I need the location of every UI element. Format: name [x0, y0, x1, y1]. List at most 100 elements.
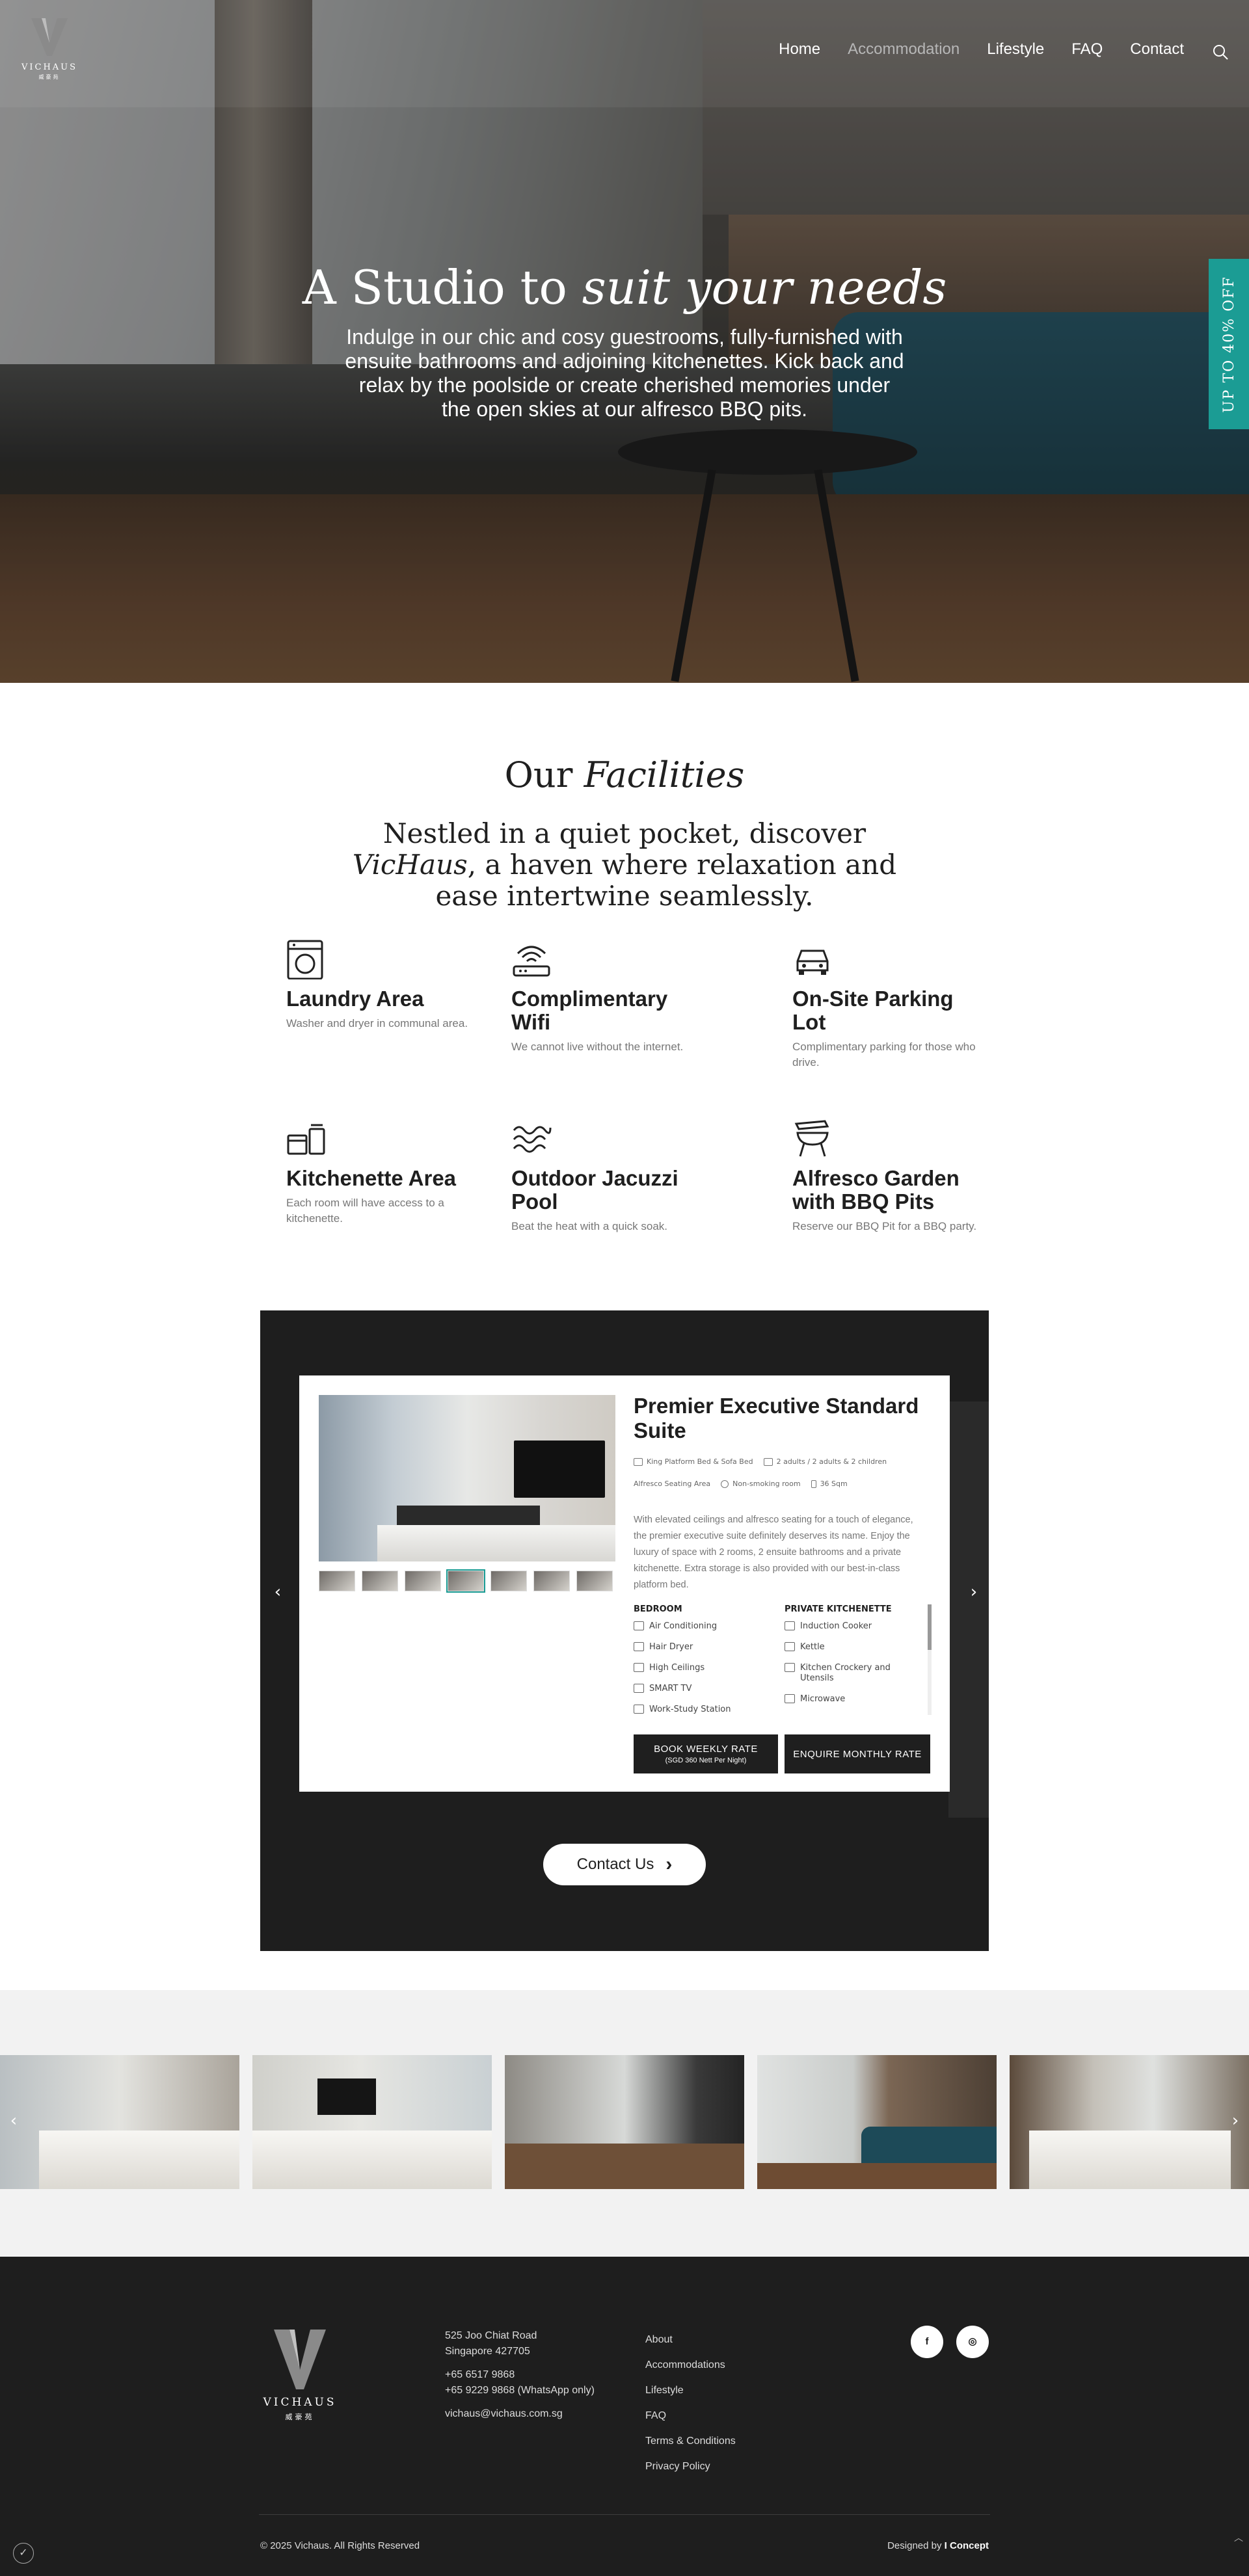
facility-item: Complimentary Wifi We cannot live withou…	[511, 939, 706, 1055]
carousel-prev-arrow-icon[interactable]: ‹	[268, 1582, 288, 1602]
facility-desc: Each room will have access to a kitchene…	[286, 1197, 444, 1225]
site-logo[interactable]: VICHAUS 威豪苑	[18, 17, 81, 88]
footer-link-faq[interactable]: FAQ	[645, 2403, 736, 2428]
crockery-icon	[785, 1663, 795, 1672]
footer-logo-chinese-name: 威豪苑	[285, 2413, 315, 2421]
facilities-intro-after: , a haven where relaxation and ease inte…	[435, 849, 897, 912]
footer-link-terms[interactable]: Terms & Conditions	[645, 2428, 736, 2454]
room-spec-label: 36 Sqm	[820, 1480, 848, 1488]
room-thumbnail[interactable]	[533, 1571, 570, 1591]
amenities-scrollbar-thumb[interactable]	[928, 1604, 932, 1650]
footer-link-about[interactable]: About	[645, 2327, 736, 2352]
nav-lifestyle[interactable]: Lifestyle	[987, 40, 1044, 59]
room-spec: Non-smoking room	[721, 1480, 801, 1488]
gallery-image[interactable]	[1010, 2055, 1249, 2189]
site-footer: VICHAUS 威豪苑 525 Joo Chiat Road Singapore…	[0, 2257, 1249, 2576]
email-link[interactable]: vichaus@vichaus.com.sg	[445, 2408, 563, 2419]
facilities-title-plain: Our	[504, 754, 584, 795]
room-thumbnail[interactable]	[319, 1571, 355, 1591]
footer-link-privacy[interactable]: Privacy Policy	[645, 2454, 736, 2479]
room-spec-label: Alfresco Seating Area	[634, 1480, 711, 1488]
contact-us-label: Contact Us	[576, 1855, 654, 1873]
washing-machine-icon	[287, 940, 323, 979]
footer-divider	[259, 2514, 990, 2515]
amenity-label: Microwave	[800, 1694, 846, 1704]
nav-faq[interactable]: FAQ	[1071, 40, 1103, 59]
footer-link-accommodations[interactable]: Accommodations	[645, 2352, 736, 2378]
gallery-prev-arrow-icon[interactable]: ‹	[4, 2111, 23, 2134]
room-thumbnail[interactable]	[490, 1571, 527, 1591]
logo-wordmark: VICHAUS	[21, 62, 78, 72]
room-thumbnail-active[interactable]	[446, 1569, 485, 1593]
room-thumbnail[interactable]	[576, 1571, 613, 1591]
facility-title: On-Site Parking Lot	[792, 987, 954, 1034]
room-thumbnail[interactable]	[362, 1571, 398, 1591]
enquire-monthly-label: ENQUIRE MONTHLY RATE	[793, 1748, 922, 1760]
main-nav: Home Accommodation Lifestyle FAQ Contact	[779, 40, 1184, 59]
facility-title: Alfresco Garden with BBQ Pits	[792, 1166, 960, 1214]
footer-logo[interactable]: VICHAUS 威豪苑	[259, 2327, 341, 2422]
back-to-top-icon[interactable]: ︿	[1232, 2531, 1245, 2544]
book-weekly-rate-button[interactable]: BOOK WEEKLY RATE (SGD 360 Nett Per Night…	[634, 1734, 778, 1773]
facility-desc: Beat the heat with a quick soak.	[511, 1220, 668, 1232]
enquire-monthly-rate-button[interactable]: ENQUIRE MONTHLY RATE	[785, 1734, 930, 1773]
facility-item: Laundry Area Washer and dryer in communa…	[286, 939, 481, 1031]
footer-contact-info: 525 Joo Chiat Road Singapore 427705 +65 …	[445, 2328, 595, 2430]
nav-accommodation[interactable]: Accommodation	[848, 40, 960, 59]
bedroom-amenities-heading: BEDROOM	[634, 1604, 682, 1614]
gallery-image-bed	[252, 2131, 492, 2189]
amenities-scrollbar[interactable]	[928, 1604, 932, 1715]
facility-desc: Reserve our BBQ Pit for a BBQ party.	[792, 1220, 977, 1232]
amenity-item: Induction Cooker	[785, 1621, 915, 1632]
gallery-image-bed	[39, 2131, 239, 2189]
designer-credit-link[interactable]: I Concept	[945, 2540, 989, 2551]
induction-cooker-icon	[785, 1621, 795, 1630]
room-main-photo[interactable]	[319, 1395, 615, 1561]
facility-title: Kitchenette Area	[286, 1166, 457, 1190]
gallery-image[interactable]	[252, 2055, 492, 2189]
room-specs-row: King Platform Bed & Sofa Bed 2 adults / …	[634, 1457, 887, 1466]
tv-icon	[634, 1684, 644, 1693]
facilities-title-italic: Facilities	[584, 754, 745, 795]
cookie-settings-icon[interactable]: ✓	[13, 2543, 34, 2564]
amenity-item: Hair Dryer	[634, 1642, 764, 1653]
room-spec-label: King Platform Bed & Sofa Bed	[647, 1457, 753, 1466]
footer-link-lifestyle[interactable]: Lifestyle	[645, 2378, 736, 2403]
facilities-intro: Nestled in a quiet pocket, discover VicH…	[338, 818, 911, 912]
microwave-icon	[785, 1694, 795, 1703]
whatsapp-link[interactable]: +65 9229 9868 (WhatsApp only)	[445, 2385, 595, 2396]
gallery-image-bed	[1029, 2131, 1231, 2189]
footer-address: 525 Joo Chiat Road Singapore 427705	[445, 2328, 595, 2359]
bedroom-amenities-list: Air Conditioning Hair Dryer High Ceiling…	[634, 1621, 764, 1725]
room-card: Premier Executive Standard Suite King Pl…	[299, 1375, 950, 1792]
gallery-image[interactable]	[505, 2055, 744, 2189]
nav-home[interactable]: Home	[779, 40, 820, 59]
amenity-label: High Ceilings	[649, 1663, 705, 1673]
facilities-intro-italic: VicHaus	[352, 849, 468, 881]
facility-item: On-Site Parking Lot Complimentary parkin…	[792, 939, 987, 1070]
kettle-icon	[785, 1642, 795, 1651]
promo-tab[interactable]: UP TO 40% OFF	[1209, 259, 1249, 429]
footer-nav: About Accommodations Lifestyle FAQ Terms…	[645, 2327, 736, 2479]
facebook-icon[interactable]: f	[911, 2326, 943, 2358]
phone-link[interactable]: +65 6517 9868	[445, 2369, 515, 2380]
address-line: 525 Joo Chiat Road	[445, 2330, 537, 2341]
facility-desc: Complimentary parking for those who driv…	[792, 1041, 976, 1069]
room-thumbnail[interactable]	[405, 1571, 441, 1591]
contact-us-button[interactable]: Contact Us ›	[543, 1844, 706, 1885]
designer-credit-label: Designed by	[887, 2540, 945, 2551]
search-icon[interactable]	[1211, 43, 1229, 61]
instagram-icon[interactable]: ◎	[956, 2326, 989, 2358]
nav-contact[interactable]: Contact	[1130, 40, 1184, 59]
guests-icon	[763, 1457, 773, 1466]
gallery-image[interactable]	[757, 2055, 997, 2189]
amenity-label: Kitchen Crockery and Utensils	[800, 1663, 891, 1683]
chevron-right-icon: ›	[665, 1853, 673, 1875]
gallery-image-tv	[317, 2078, 376, 2115]
facility-title: Outdoor Jacuzzi Pool	[511, 1166, 678, 1214]
room-specs-row: Alfresco Seating Area Non-smoking room 3…	[634, 1480, 848, 1488]
carousel-next-arrow-icon[interactable]: ›	[964, 1582, 984, 1602]
gallery-image[interactable]	[0, 2055, 239, 2189]
hero-title-plain: A Studio to	[302, 260, 582, 315]
gallery-next-arrow-icon[interactable]: ›	[1226, 2111, 1245, 2134]
